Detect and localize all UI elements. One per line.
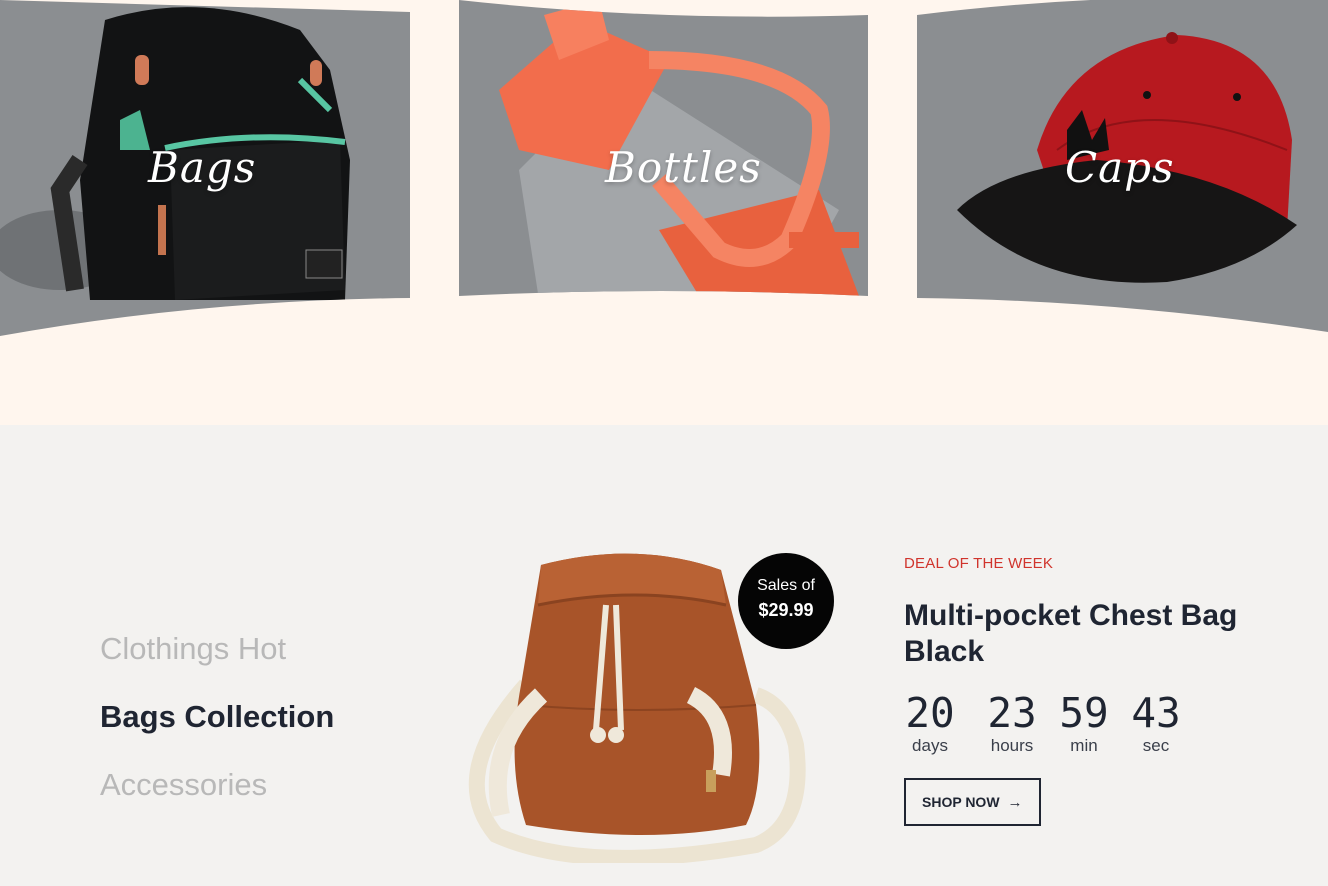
countdown-hours-value: 23: [987, 689, 1037, 737]
shop-now-label: SHOP NOW: [922, 794, 1000, 810]
countdown-timer: 20 days 23 hours 59 min 43 sec: [904, 690, 1304, 756]
shop-now-button[interactable]: SHOP NOW →: [904, 778, 1041, 826]
countdown-hours: 23 hours: [976, 690, 1048, 756]
category-card-bottles[interactable]: Bottles: [459, 0, 868, 296]
countdown-seconds-label: sec: [1142, 736, 1170, 755]
countdown-days-label: days: [912, 736, 948, 755]
countdown-seconds: 43 sec: [1120, 690, 1192, 756]
deal-eyebrow: DEAL OF THE WEEK: [904, 555, 1054, 572]
countdown-seconds-value: 43: [1131, 689, 1181, 737]
tab-clothings-hot[interactable]: Clothings Hot: [100, 615, 334, 683]
category-card-caps[interactable]: Caps: [917, 0, 1328, 332]
countdown-minutes-value: 59: [1059, 689, 1109, 737]
tab-bags-collection[interactable]: Bags Collection: [100, 683, 334, 751]
category-card-bags[interactable]: Bags: [0, 0, 410, 336]
countdown-days-value: 20: [905, 689, 955, 737]
deal-category-tabs: Clothings Hot Bags Collection Accessorie…: [100, 615, 334, 819]
sale-badge-price: $29.99: [758, 600, 814, 620]
sale-price-badge: Sales of $29.99: [738, 553, 834, 649]
countdown-days: 20 days: [904, 690, 956, 756]
countdown-minutes: 59 min: [1048, 690, 1120, 756]
countdown-minutes-label: min: [1070, 736, 1098, 755]
category-strip: Bags Bottles Caps: [0, 0, 1328, 425]
deal-section: Clothings Hot Bags Collection Accessorie…: [0, 425, 1328, 886]
countdown-hours-label: hours: [990, 736, 1034, 755]
category-label-bags: Bags: [148, 143, 257, 192]
category-label-bottles: Bottles: [605, 143, 762, 192]
arrow-right-icon: →: [1007, 793, 1023, 811]
tab-accessories[interactable]: Accessories: [100, 751, 334, 819]
category-label-caps: Caps: [1065, 143, 1175, 192]
deal-info: DEAL OF THE WEEK Multi-pocket Chest Bag …: [904, 555, 1304, 826]
sale-badge-label: Sales of: [757, 577, 815, 594]
deal-product-title: Multi-pocket Chest Bag Black: [904, 599, 1238, 668]
